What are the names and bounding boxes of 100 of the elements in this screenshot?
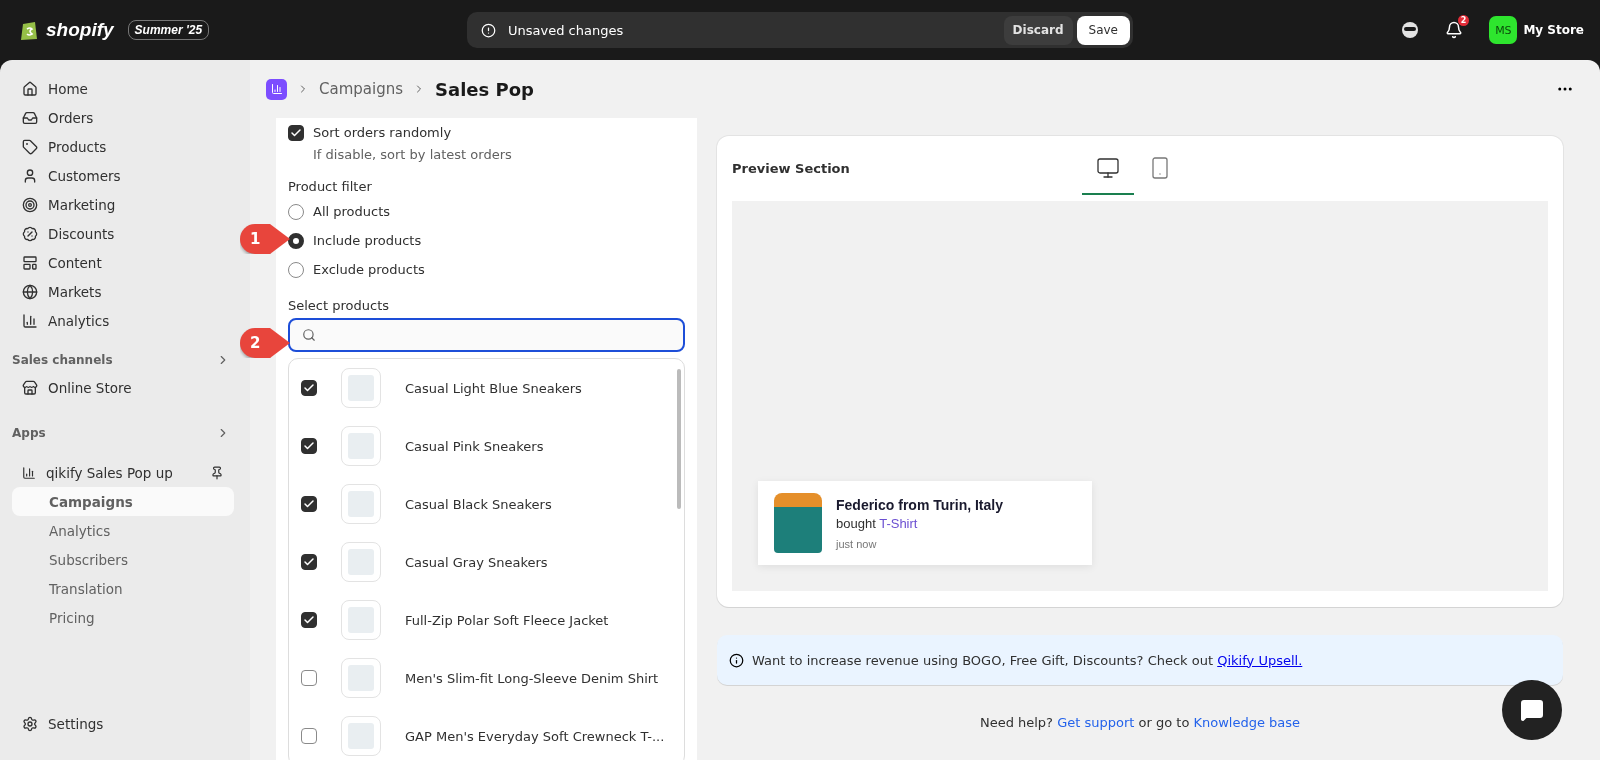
popup-headline: Federico from Turin, Italy (836, 496, 1003, 513)
product-thumbnail (341, 484, 381, 524)
nav-item[interactable]: Home (12, 74, 234, 103)
shopping-bag-logo-icon (20, 19, 40, 41)
discard-button[interactable]: Discard (1003, 15, 1073, 45)
popup-time: just now (836, 537, 878, 550)
product-name: Casual Light Blue Sneakers (405, 380, 582, 396)
check-icon (303, 382, 315, 394)
sub-nav-item[interactable]: Translation (12, 574, 234, 603)
check-icon (303, 614, 315, 626)
checkbox[interactable] (288, 124, 304, 141)
layout-icon (22, 254, 38, 271)
radio-label: Exclude products (313, 262, 425, 277)
product-name: GAP Men's Everyday Soft Crewneck T-... (405, 728, 665, 744)
radio-button[interactable] (288, 232, 304, 249)
product-thumbnail (341, 542, 381, 582)
nav-item[interactable]: Markets (12, 277, 234, 306)
person-icon (22, 167, 38, 184)
product-name: Casual Black Sneakers (405, 496, 552, 512)
support-link[interactable]: Get support (1057, 715, 1135, 730)
sub-nav-item[interactable]: Pricing (12, 603, 234, 632)
nav-item[interactable]: Customers (12, 161, 234, 190)
nav-item[interactable]: Content (12, 248, 234, 277)
search-icon (302, 328, 316, 342)
checkbox[interactable] (301, 554, 317, 570)
product-name: Casual Gray Sneakers (405, 554, 548, 570)
radio-button[interactable] (288, 261, 304, 278)
bar-chart-icon (22, 312, 38, 329)
save-button[interactable]: Save (1076, 15, 1130, 45)
notification-count: 2 (1457, 15, 1470, 26)
check-icon (303, 556, 315, 568)
checkbox[interactable] (301, 728, 317, 744)
app-icon (22, 465, 36, 480)
knowledge-base-link[interactable]: Knowledge base (1193, 715, 1301, 730)
chat-bubble-icon (1520, 698, 1544, 722)
field-label: Product filter (288, 177, 373, 196)
nav-item[interactable]: Marketing (12, 190, 234, 219)
search-field[interactable] (288, 318, 685, 352)
card-title: Preview Section (732, 161, 851, 176)
store-avatar[interactable]: MS (1489, 16, 1518, 44)
check-icon (290, 126, 302, 139)
radio-label: All products (313, 204, 391, 219)
product-thumbnail (341, 658, 381, 698)
scrollbar[interactable] (677, 369, 681, 509)
sub-nav-item[interactable]: Analytics (12, 516, 234, 545)
percent-badge-icon (22, 225, 38, 242)
nav-item[interactable]: Products (12, 132, 234, 161)
nav-item[interactable]: Orders (12, 103, 234, 132)
pin-icon[interactable] (210, 465, 224, 480)
product-thumbnail (341, 426, 381, 466)
alert-icon (481, 22, 496, 38)
checkbox-label: Sort orders randomly (313, 125, 452, 140)
product-thumbnail (341, 600, 381, 640)
globe-icon (22, 283, 38, 300)
product-name: Men's Slim-fit Long-Sleeve Denim Shirt (405, 670, 659, 686)
checkbox[interactable] (301, 438, 317, 454)
sub-nav-item[interactable]: Campaigns (12, 487, 234, 516)
radio-label: Include products (313, 233, 422, 248)
store-name[interactable]: My Store (1523, 23, 1584, 37)
check-icon (303, 440, 315, 452)
nav-item[interactable]: Discounts (12, 219, 234, 248)
checkbox[interactable] (301, 380, 317, 396)
monitor-icon (1096, 155, 1120, 180)
nav-item[interactable]: Online Store (12, 373, 234, 402)
checkbox[interactable] (301, 612, 317, 628)
product-name: Full-Zip Polar Soft Fleece Jacket (405, 612, 609, 628)
settings-nav-item[interactable]: Settings (12, 709, 234, 738)
store-icon (22, 379, 38, 396)
popup-text: bought T-Shirt (836, 515, 919, 531)
field-label: Select products (288, 296, 390, 315)
edition-badge[interactable]: Summer '25 (127, 20, 210, 40)
target-icon (22, 196, 38, 213)
settings-icon (22, 715, 38, 732)
banner-text: Want to increase revenue using BOGO, Free Gift, Discounts? Check out Qikify Upsell. (752, 652, 1303, 668)
section-heading[interactable]: Apps (12, 426, 46, 440)
help-text: Need help? Get support or go to Knowledge base (979, 715, 1301, 730)
info-icon (729, 652, 744, 668)
check-icon (303, 498, 315, 510)
photo-placeholder (774, 493, 822, 553)
checkbox[interactable] (301, 496, 317, 512)
product-thumbnail (341, 716, 381, 756)
tag-icon (22, 138, 38, 155)
app-icon[interactable] (266, 78, 287, 100)
breadcrumb-link[interactable]: Campaigns (319, 80, 403, 98)
product-name: Casual Pink Sneakers (405, 438, 544, 454)
page-title: Sales Pop (435, 78, 535, 100)
chat-button[interactable] (1502, 680, 1562, 740)
brand-logo[interactable]: shopify (46, 19, 114, 41)
product-thumbnail (341, 368, 381, 408)
hint-text: If disable, sort by latest orders (312, 147, 513, 164)
notification-icon[interactable] (1445, 21, 1464, 39)
app-nav-item[interactable]: qikify Sales Pop up (12, 458, 234, 487)
home-icon (22, 80, 38, 97)
radio-button[interactable] (288, 203, 304, 220)
sub-nav-item[interactable]: Subscribers (12, 545, 234, 574)
section-heading[interactable]: Sales channels (12, 353, 113, 367)
checkbox[interactable] (301, 670, 317, 686)
upsell-link[interactable]: Qikify Upsell. (1217, 652, 1303, 668)
inbox-icon (22, 109, 38, 126)
nav-item[interactable]: Analytics (12, 306, 234, 335)
